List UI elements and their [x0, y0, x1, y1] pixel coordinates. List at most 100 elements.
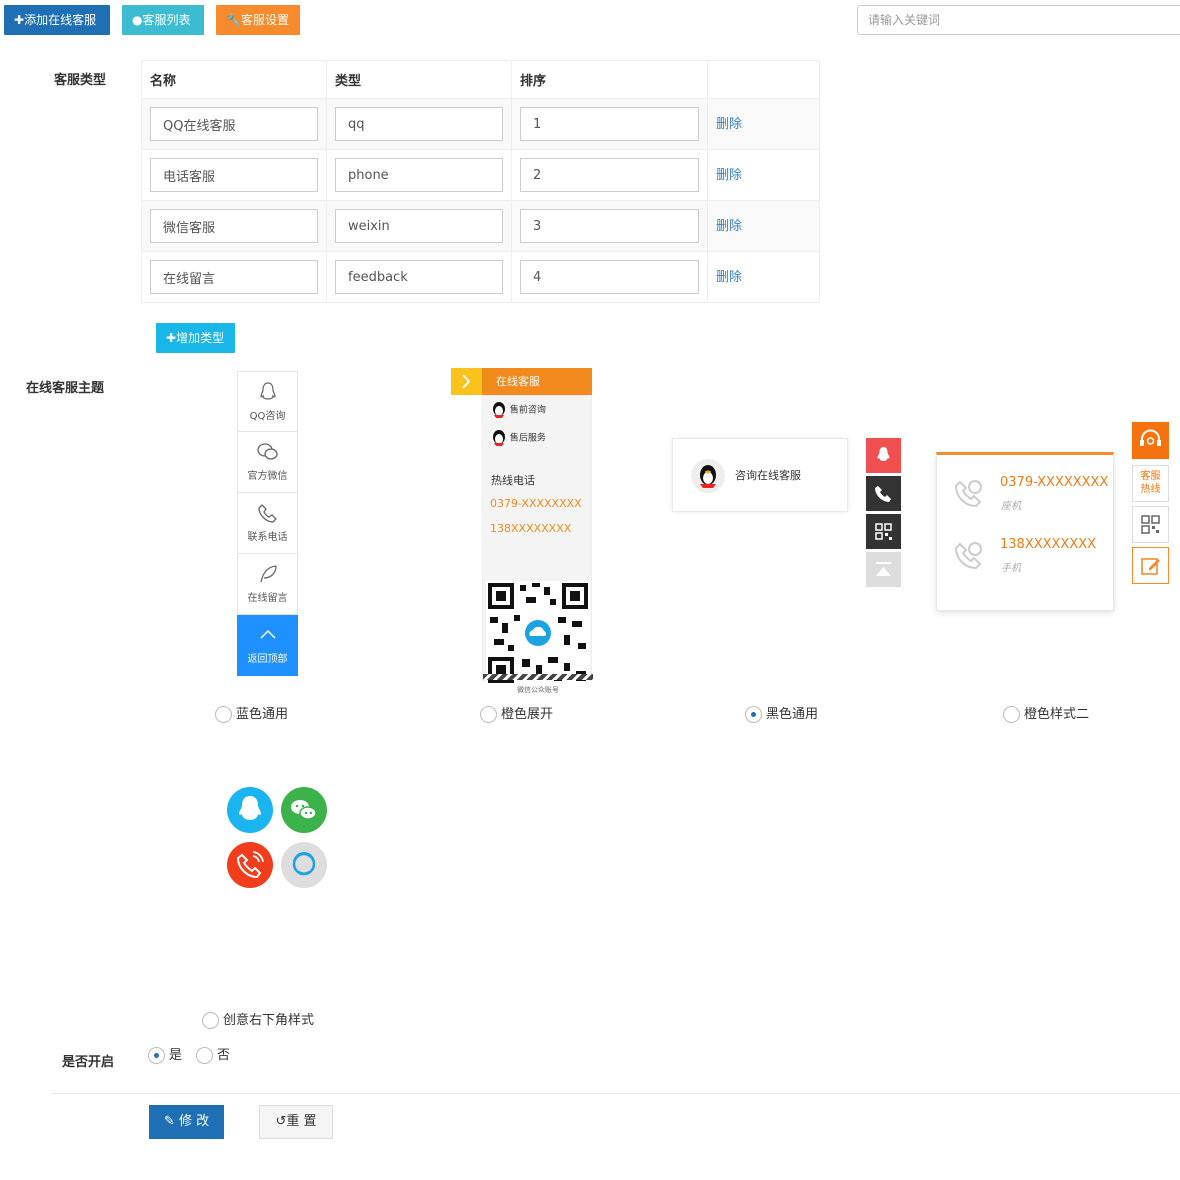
blue-item-phone: 联系电话 [237, 493, 298, 554]
radio-enable-yes[interactable] [148, 1047, 165, 1064]
theme-option-orange[interactable]: 橙色展开 [480, 703, 553, 723]
theme-option-orange2[interactable]: 橙色样式二 [1003, 703, 1089, 723]
expand-arrow [451, 368, 482, 395]
col-header-action [707, 60, 820, 99]
type-name-input[interactable] [150, 158, 318, 192]
theme-preview-orange2-card: 0379-XXXXXXXX 座机 138XXXXXXXX 手机 [936, 452, 1114, 611]
service-settings-button[interactable]: 🔧客服设置 [216, 5, 300, 35]
phone-ring-icon [954, 480, 982, 508]
edit-icon: ✎ [163, 1114, 175, 1129]
top-icon [876, 562, 891, 576]
headset-icon [292, 852, 316, 876]
creative-wechat-circle [281, 787, 327, 833]
hotline-phone2: 138XXXXXXXX [490, 522, 572, 535]
qq-penguin-icon [493, 430, 505, 446]
qr-label: 微信公众账号 [517, 686, 559, 694]
types-table: 名称 类型 排序 删除 删除 删除 删除 [141, 60, 820, 303]
qr-code-image [486, 581, 590, 685]
add-type-button[interactable]: ✚增加类型 [156, 323, 235, 353]
table-row: 删除 [141, 149, 820, 201]
orange-header: 在线客服 [482, 368, 592, 395]
edit-icon [1141, 558, 1160, 575]
enable-yes-option[interactable]: 是 [148, 1044, 182, 1064]
delete-link[interactable]: 删除 [716, 164, 742, 183]
radio-black[interactable] [745, 706, 762, 723]
chevron-right-icon [462, 374, 471, 389]
form-divider [52, 1093, 1180, 1094]
orange-body: 售前咨询 售后服务 热线电话 0379-XXXXXXXX 138XXXXXXXX [482, 395, 593, 694]
plus-icon: ✚ [166, 331, 177, 345]
creative-service-circle [281, 842, 327, 888]
delete-link[interactable]: 删除 [716, 113, 742, 132]
theme-label: 在线客服主题 [26, 381, 105, 396]
type-order-input[interactable] [520, 107, 699, 141]
theme-option-blue[interactable]: 蓝色通用 [215, 703, 288, 723]
col-header-type: 类型 [326, 60, 512, 99]
delete-link[interactable]: 删除 [716, 215, 742, 234]
qq-penguin-icon [691, 459, 725, 493]
search-input[interactable] [857, 5, 1180, 35]
type-code-input[interactable] [335, 158, 503, 192]
qq-penguin-icon [493, 402, 505, 418]
stripe-decoration [483, 674, 593, 680]
wechat-icon [291, 800, 317, 820]
undo-icon: ↺ [275, 1114, 287, 1129]
blue-item-message: 在线留言 [237, 554, 298, 615]
orange-item: 售前咨询 [491, 401, 546, 419]
reset-button[interactable]: ↺重 置 [259, 1105, 333, 1139]
enable-label: 是否开启 [62, 1055, 115, 1070]
orange2-phone2-sub: 手机 [1001, 563, 1021, 574]
radio-orange[interactable] [480, 706, 497, 723]
service-list-button[interactable]: ●客服列表 [122, 5, 204, 35]
type-code-input[interactable] [335, 260, 503, 294]
radio-orange2[interactable] [1003, 706, 1020, 723]
types-label: 客服类型 [54, 73, 107, 88]
type-code-input[interactable] [335, 209, 503, 243]
table-row: 删除 [141, 98, 820, 150]
wrench-icon: 🔧 [226, 13, 241, 27]
hotline-title: 热线电话 [491, 474, 535, 487]
blue-item-qq: QQ咨询 [237, 371, 298, 432]
radio-enable-no[interactable] [196, 1047, 213, 1064]
table-row: 删除 [141, 200, 820, 252]
chevron-up-icon [259, 629, 276, 639]
creative-qq-circle [227, 787, 273, 833]
orange-item: 售后服务 [491, 429, 546, 447]
wechat-icon [256, 443, 278, 460]
theme-preview-orange: 在线客服 售前咨询 售后服务 热线电话 0379-XXXXXXXX 138XXX… [451, 368, 593, 694]
phone-icon [875, 486, 891, 502]
type-name-input[interactable] [150, 209, 318, 243]
theme-option-creative[interactable]: 创意右下角样式 [202, 1009, 314, 1029]
add-service-button[interactable]: ✚添加在线客服 [4, 5, 110, 35]
theme-option-black[interactable]: 黑色通用 [745, 703, 818, 723]
delete-link[interactable]: 删除 [716, 266, 742, 285]
type-order-input[interactable] [520, 209, 699, 243]
headset-icon [1140, 429, 1161, 446]
theme-preview-blue: QQ咨询 官方微信 联系电话 在线留言 返回顶部 [237, 371, 298, 676]
col-header-name: 名称 [141, 60, 327, 99]
type-order-input[interactable] [520, 260, 699, 294]
qrcode-icon [875, 523, 892, 540]
user-icon: ● [132, 13, 143, 27]
orange2-side-service [1132, 422, 1169, 459]
type-order-input[interactable] [520, 158, 699, 192]
orange2-phone2: 138XXXXXXXX [1000, 537, 1097, 552]
enable-no-option[interactable]: 否 [196, 1044, 230, 1064]
orange2-phone1-sub: 座机 [1001, 501, 1021, 512]
type-name-input[interactable] [150, 260, 318, 294]
orange2-side-hotline: 客服热线 [1132, 465, 1169, 502]
orange2-side-edit [1132, 547, 1169, 584]
black-btn-qq [866, 438, 901, 473]
phone-icon [257, 504, 277, 523]
black-card-text: 咨询在线客服 [735, 469, 801, 482]
blue-item-wechat: 官方微信 [237, 432, 298, 493]
orange2-side-qrcode [1132, 506, 1169, 543]
radio-blue[interactable] [215, 706, 232, 723]
phone-icon [236, 851, 264, 879]
type-code-input[interactable] [335, 107, 503, 141]
radio-creative[interactable] [202, 1012, 219, 1029]
type-name-input[interactable] [150, 107, 318, 141]
table-header-row: 名称 类型 排序 [141, 60, 820, 99]
qq-icon [877, 447, 890, 461]
submit-button[interactable]: ✎ 修 改 [149, 1105, 224, 1139]
